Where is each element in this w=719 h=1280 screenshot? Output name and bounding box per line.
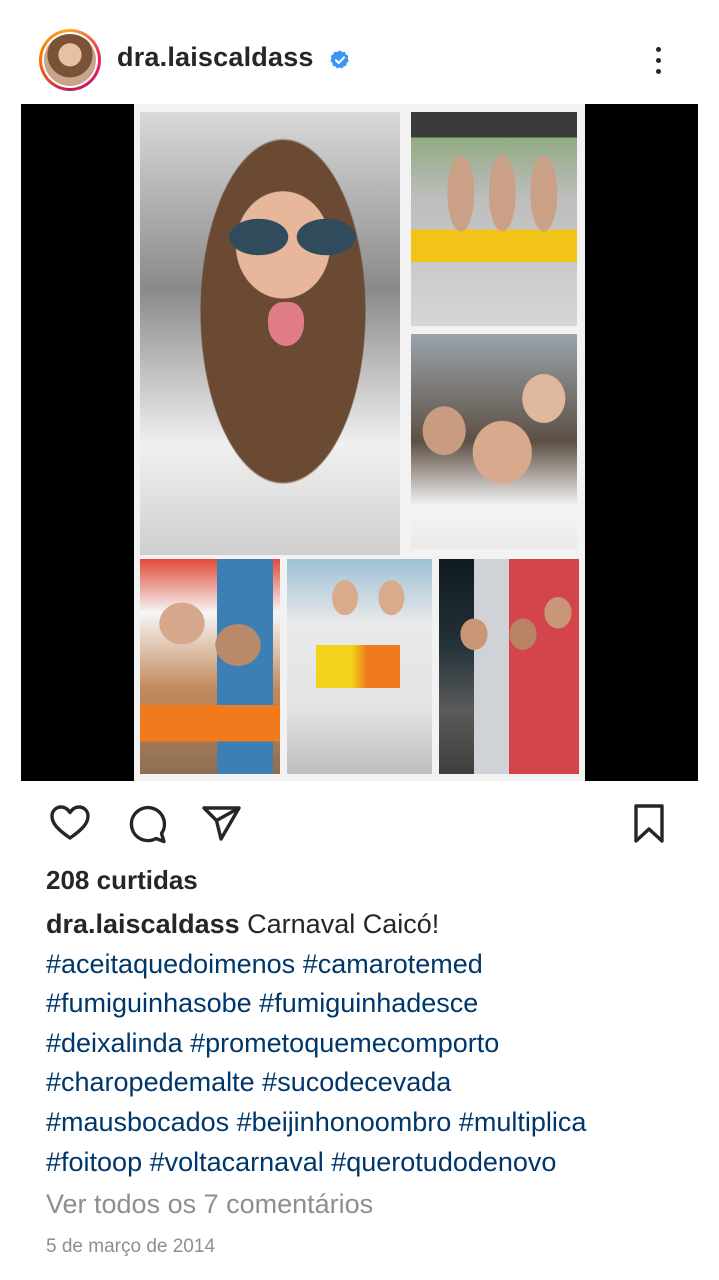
collage-photo-group-three: [411, 112, 577, 326]
hashtag-link[interactable]: #sucodecevada: [262, 1067, 451, 1097]
share-button[interactable]: [201, 803, 243, 845]
post-header: dra.laiscaldass: [0, 0, 719, 104]
heart-icon: [50, 805, 90, 840]
caption-username[interactable]: dra.laiscaldass: [46, 909, 240, 939]
caption-text: Carnaval Caicó!: [247, 909, 440, 939]
more-vertical-icon: [656, 69, 661, 74]
verified-badge-icon: [330, 50, 349, 69]
sunglasses-shape: [225, 217, 360, 257]
avatar[interactable]: [39, 29, 101, 91]
hashtag-link[interactable]: #camarotemed: [303, 949, 483, 979]
post-username[interactable]: dra.laiscaldass: [117, 42, 314, 73]
hashtag-link[interactable]: #beijinhonoombro: [237, 1107, 452, 1137]
hashtag-link[interactable]: #deixalinda: [46, 1028, 183, 1058]
likes-count[interactable]: 208 curtidas: [46, 865, 198, 896]
save-button[interactable]: [628, 803, 670, 845]
tongue-shape: [268, 302, 304, 346]
collage-photo-night-group: [439, 559, 579, 774]
hashtag-link[interactable]: #aceitaquedoimenos: [46, 949, 295, 979]
comment-button[interactable]: [126, 803, 168, 845]
collage-photo-selfie: [140, 112, 400, 555]
collage-photo-group-four: [140, 559, 280, 774]
hashtag-link[interactable]: #foitoop: [46, 1147, 142, 1177]
view-all-comments-link[interactable]: Ver todos os 7 comentários: [46, 1189, 373, 1220]
more-vertical-icon: [656, 58, 661, 63]
post-date: 5 de março de 2014: [46, 1236, 216, 1257]
avatar-frame: [42, 32, 98, 88]
more-options-button[interactable]: [644, 42, 674, 78]
hashtag-link[interactable]: #voltacarnaval: [150, 1147, 324, 1177]
hashtag-link[interactable]: #mausbocados: [46, 1107, 229, 1137]
avatar-photo: [44, 34, 96, 86]
like-button[interactable]: [49, 803, 91, 845]
hashtag-link[interactable]: #multiplica: [459, 1107, 587, 1137]
post-image[interactable]: [21, 104, 698, 781]
hashtag-link[interactable]: #charopedemalte: [46, 1067, 255, 1097]
hashtag-link[interactable]: #fumiguinhasobe: [46, 988, 252, 1018]
bookmark-icon: [634, 804, 664, 843]
collage-photo-group-selfie: [411, 334, 577, 549]
send-icon: [202, 806, 241, 841]
comment-icon: [129, 805, 167, 844]
post-caption: dra.laiscaldass Carnaval Caicó! #aceitaq…: [46, 905, 686, 1182]
hashtag-link[interactable]: #querotudodenovo: [331, 1147, 556, 1177]
collage-photo-two-women: [287, 559, 432, 774]
hashtag-link[interactable]: #prometoquemecomporto: [190, 1028, 499, 1058]
hashtag-link[interactable]: #fumiguinhadesce: [259, 988, 478, 1018]
photo-collage: [134, 104, 585, 781]
more-vertical-icon: [656, 47, 661, 52]
